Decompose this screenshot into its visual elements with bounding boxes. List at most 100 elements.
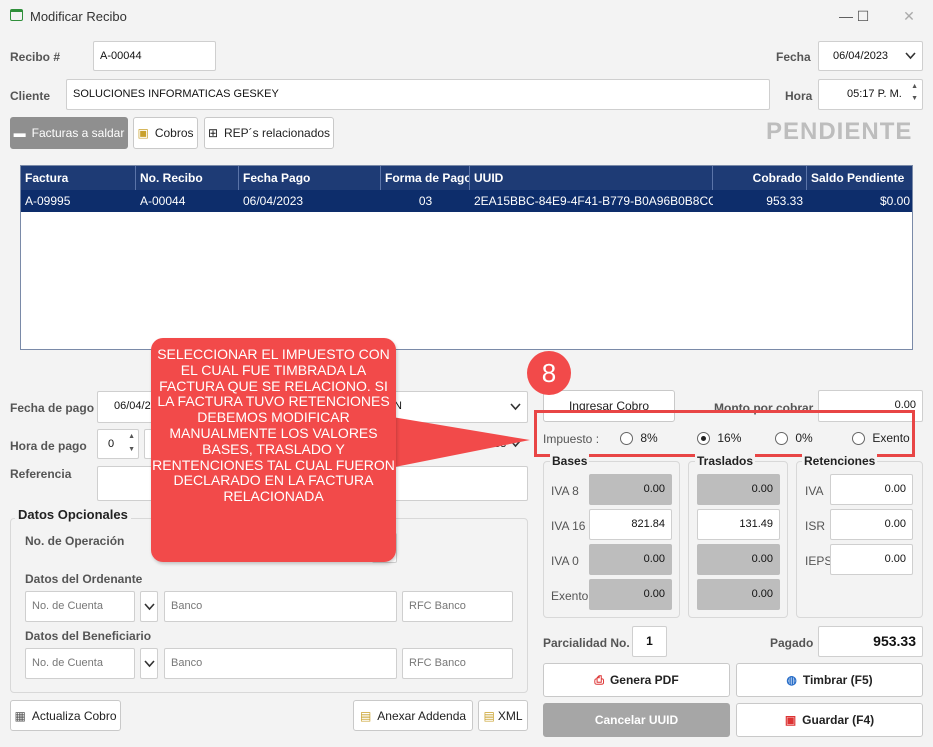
traslado-iva0-input[interactable]: 0.00 [697,544,780,575]
folder-icon: ▣ [137,126,149,140]
radio-exento[interactable]: Exento [852,431,910,446]
actualiza-cobro-button[interactable]: ▦ Actualiza Cobro [10,700,121,731]
maximize-icon[interactable]: ☐ [846,4,880,28]
title-bar: Modificar Recibo — ☐ ✕ [0,0,933,32]
chevron-down-icon [144,660,155,668]
beneficiario-rfc-input[interactable]: RFC Banco [402,648,513,679]
xml-button[interactable]: ▤ XML [478,700,528,731]
bases-title: Bases [550,454,590,468]
base-exento-input[interactable]: 0.00 [589,579,672,610]
xml-label: XML [497,709,523,723]
base-iva0-input[interactable]: 0.00 [589,544,672,575]
hora-picker[interactable]: 05:17 P. M. ▲ ▼ [818,79,923,110]
recibo-label: Recibo # [10,50,61,64]
base-iva8-label: IVA 8 [551,484,579,498]
ret-iva-input[interactable]: 0.00 [830,474,913,505]
base-iva0-label: IVA 0 [551,554,579,568]
base-iva8-input[interactable]: 0.00 [589,474,672,505]
spinner-icon[interactable]: ▲ ▼ [128,430,135,456]
facturas-saldar-label: Facturas a saldar [31,126,125,140]
fecha-pago-label: Fecha de pago [10,401,95,415]
base-iva16-label: IVA 16 [551,519,586,533]
guardar-button[interactable]: ▣ Guardar (F4) [736,703,923,737]
radio-16[interactable]: 16% [697,431,741,446]
cliente-label: Cliente [10,89,51,103]
cell-fecha-pago: 06/04/2023 [243,194,304,208]
base-exento-label: Exento [551,589,589,603]
traslados-title: Traslados [695,454,756,468]
cell-uuid: 2EA15BBC-84E9-4F41-B779-B0A96B0B8CC5 [474,194,713,208]
pagos-table[interactable]: Factura No. Recibo Fecha Pago Forma de P… [20,165,913,350]
genera-pdf-button[interactable]: ⎙ Genera PDF [543,663,730,697]
ret-iva-label: IVA [805,484,824,498]
radio-selected-icon [697,432,710,446]
traslado-exento-input[interactable]: 0.00 [697,579,780,610]
col-forma-pago[interactable]: Forma de Pago [381,166,470,190]
ret-isr-input[interactable]: 0.00 [830,509,913,540]
cliente-input[interactable]: SOLUCIONES INFORMATICAS GESKEY [66,79,770,110]
fecha-picker[interactable]: 06/04/2023 [818,41,923,71]
hora-label: Hora [785,89,813,103]
traslado-iva16-input[interactable]: 131.49 [697,509,780,540]
hora-pago-value: 0 [108,438,115,450]
ordenante-rfc-input[interactable]: RFC Banco [402,591,513,622]
anexar-addenda-button[interactable]: ▤ Anexar Addenda [353,700,473,731]
beneficiario-banco-input[interactable]: Banco [164,648,397,679]
window-title: Modificar Recibo [30,9,127,24]
callout-arrow [380,415,530,470]
ret-isr-label: ISR [805,519,826,533]
col-factura[interactable]: Factura [21,166,136,190]
impuesto-label: Impuesto : [543,432,600,446]
parcialidad-label: Parcialidad No. [543,636,630,650]
genera-pdf-label: Genera PDF [609,673,679,687]
beneficiario-cuenta-dropdown[interactable] [140,648,158,679]
close-icon[interactable]: ✕ [892,4,926,28]
radio-8[interactable]: 8% [620,431,658,446]
operacion-label: No. de Operación [25,534,125,548]
radio-icon [775,432,788,446]
calculator-icon: ▦ [14,709,26,723]
timbrar-button[interactable]: ◍ Timbrar (F5) [736,663,923,697]
recibo-input[interactable]: A-00044 [93,41,216,71]
guardar-label: Guardar (F4) [802,713,875,727]
chevron-down-icon [144,603,155,611]
facturas-saldar-button[interactable]: ▬ Facturas a saldar [10,117,128,149]
base-iva16-input[interactable]: 821.84 [589,509,672,540]
cell-factura: A-09995 [25,194,71,208]
col-no-recibo[interactable]: No. Recibo [136,166,239,190]
document-icon: ▤ [359,709,372,723]
referencia-label: Referencia [10,467,72,481]
ret-ieps-input[interactable]: 0.00 [830,544,913,575]
table-row[interactable]: A-09995 A-00044 06/04/2023 03 2EA15BBC-8… [21,190,912,212]
ordenante-banco-input[interactable]: Banco [164,591,397,622]
actualiza-cobro-label: Actualiza Cobro [31,709,117,723]
parcialidad-input[interactable]: 1 [632,626,667,657]
ret-ieps-label: IEPS [805,554,833,568]
cancelar-uuid-button[interactable]: Cancelar UUID [543,703,730,737]
cell-saldo: $0.00 [879,194,910,208]
ordenante-cuenta-dropdown[interactable] [140,591,158,622]
hora-value: 05:17 P. M. [847,88,902,100]
traslado-iva8-input[interactable]: 0.00 [697,474,780,505]
cobros-button[interactable]: ▣ Cobros [133,117,198,149]
col-fecha-pago[interactable]: Fecha Pago [239,166,381,190]
pagado-label: Pagado [770,636,814,650]
beneficiario-cuenta-input[interactable]: No. de Cuenta [25,648,135,679]
hora-pago-spinner[interactable]: 0 ▲ ▼ [97,429,139,459]
cell-cobrado: 953.33 [766,194,803,208]
spinner-icon[interactable]: ▲ ▼ [911,81,918,105]
table-header: Factura No. Recibo Fecha Pago Forma de P… [21,166,912,190]
datos-opcionales-title: Datos Opcionales [15,507,131,522]
col-uuid[interactable]: UUID [470,166,713,190]
radio-0[interactable]: 0% [775,431,813,446]
rep-relacionados-button[interactable]: ⊞ REP´s relacionados [204,117,334,149]
chevron-down-icon [905,52,916,60]
col-cobrado[interactable]: Cobrado [713,166,807,190]
cell-no-recibo: A-00044 [140,194,186,208]
fecha-pago-picker[interactable]: 06/04/2 [97,391,157,423]
ordenante-label: Datos del Ordenante [25,572,143,586]
radio-exento-label: Exento [872,431,910,445]
radio-icon [620,432,633,446]
ordenante-cuenta-input[interactable]: No. de Cuenta [25,591,135,622]
col-saldo-pendiente[interactable]: Saldo Pendiente [807,166,914,190]
